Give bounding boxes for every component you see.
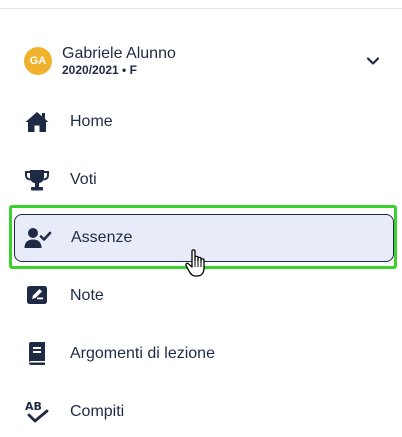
ab-check-icon: AB — [22, 399, 52, 425]
home-icon — [22, 109, 52, 135]
sidebar-item-label: Home — [70, 113, 113, 130]
svg-text:AB: AB — [25, 400, 42, 413]
sidebar-item-label: Voti — [70, 171, 97, 188]
sidebar-item-home[interactable]: Home — [14, 98, 394, 146]
sidebar-item-argomenti-di-lezione[interactable]: Argomenti di lezione — [14, 330, 394, 378]
sidebar-item-label: Compiti — [70, 403, 125, 420]
book-icon — [22, 341, 52, 367]
sidebar-item-label: Assenze — [71, 229, 133, 246]
trophy-icon — [22, 167, 52, 193]
note-icon — [22, 283, 52, 309]
user-check-icon — [23, 225, 53, 251]
sidebar-item-compiti[interactable]: AB Compiti — [14, 388, 394, 436]
student-name: Gabriele Alunno — [62, 45, 176, 62]
avatar: GA — [24, 47, 52, 75]
sidebar-item-label: Argomenti di lezione — [70, 345, 215, 362]
hand-cursor-icon — [184, 248, 212, 280]
chevron-down-icon[interactable] — [362, 50, 384, 72]
sidebar-item-label: Note — [70, 287, 104, 304]
profile-text: Gabriele Alunno 2020/2021 • F — [62, 44, 176, 78]
student-class: 2020/2021 • F — [62, 63, 137, 77]
student-selector[interactable]: GA Gabriele Alunno 2020/2021 • F — [24, 42, 386, 80]
sidebar-item-voti[interactable]: Voti — [14, 156, 394, 204]
top-divider — [0, 8, 402, 9]
